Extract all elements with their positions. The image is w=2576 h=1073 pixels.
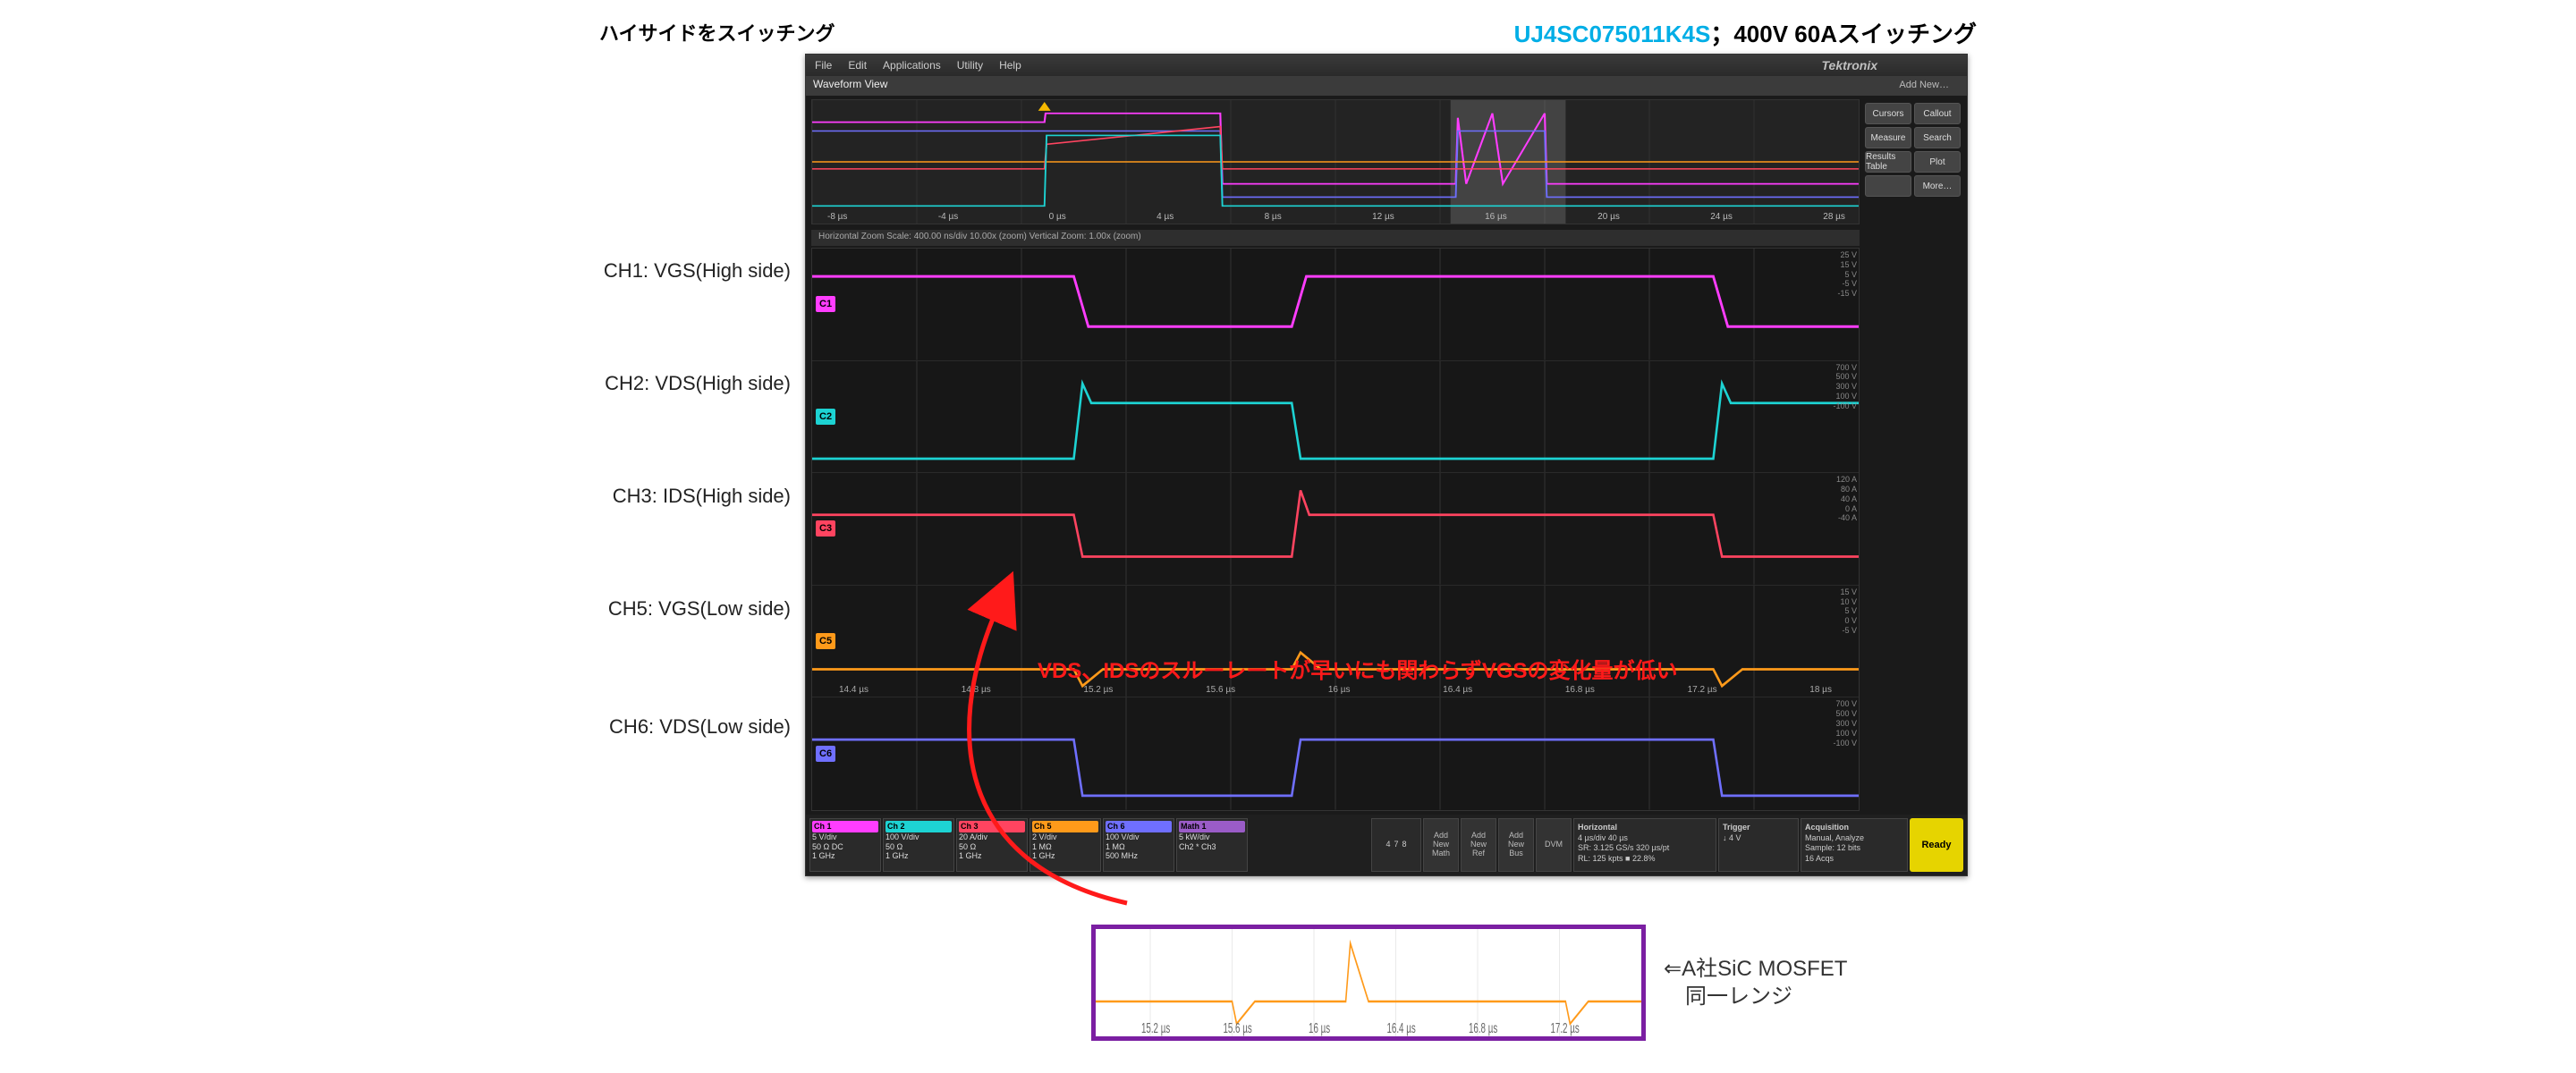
svg-text:16 µs: 16 µs: [1309, 1020, 1330, 1036]
svg-text:15.6 µs: 15.6 µs: [1223, 1020, 1251, 1036]
strip-ch1: C1 25 V15 V5 V-5 V-15 V: [812, 249, 1859, 361]
menu-utility[interactable]: Utility: [957, 59, 983, 72]
add-button[interactable]: DVM: [1536, 818, 1572, 872]
channel-box[interactable]: Ch 320 A/div50 Ω1 GHz: [956, 818, 1028, 872]
yscale-c3: 120 A80 A40 A0 A-40 A: [1836, 475, 1857, 523]
hzoom-bar[interactable]: Horizontal Zoom Scale: 400.00 ns/div 10.…: [811, 230, 1860, 246]
svg-text:15.2 µs: 15.2 µs: [1141, 1020, 1170, 1036]
inset-note: ⇐A社SiC MOSFET 同一レンジ: [1664, 955, 1847, 1010]
plot-button[interactable]: Plot: [1914, 151, 1961, 173]
chtag-c3[interactable]: C3: [816, 520, 835, 536]
ready-button[interactable]: Ready: [1910, 818, 1963, 872]
add-button[interactable]: AddNewBus: [1498, 818, 1534, 872]
scope-brand: Tektronix: [1822, 58, 1878, 72]
yscale-c5: 15 V10 V5 V0 V-5 V: [1840, 587, 1857, 636]
slide-title: ハイサイドをスイッチング: [599, 18, 835, 46]
zoom-area[interactable]: C1 25 V15 V5 V-5 V-15 V C2 700 V500 V300…: [811, 248, 1860, 811]
add-new-label: Add New…: [1899, 80, 1949, 90]
cursors-button[interactable]: Cursors: [1865, 103, 1911, 124]
overview-svg: [812, 100, 1859, 224]
yscale-c2: 700 V500 V300 V100 V-100 V: [1833, 363, 1857, 411]
strip-ch2: C2 700 V500 V300 V100 V-100 V: [812, 361, 1859, 474]
comparison-inset: 15.2 µs 15.6 µs 16 µs 16.4 µs 16.8 µs 17…: [1091, 925, 1646, 1041]
chtag-c1[interactable]: C1: [816, 296, 835, 312]
acq-box[interactable]: Acquisition Manual, Analyze Sample: 12 b…: [1801, 818, 1908, 872]
chtag-c6[interactable]: C6: [816, 746, 835, 762]
add-button[interactable]: AddNewRef: [1461, 818, 1496, 872]
channel-box[interactable]: Ch 6100 V/div1 MΩ500 MHz: [1103, 818, 1174, 872]
results-table-button[interactable]: Results Table: [1865, 151, 1911, 173]
yscale-c1: 25 V15 V5 V-5 V-15 V: [1837, 250, 1857, 299]
ext-label-ch1: CH1: VGS(High side): [576, 259, 791, 283]
overview-panel[interactable]: [811, 99, 1860, 224]
more-button[interactable]: More…: [1914, 175, 1961, 197]
oscilloscope-window: File Edit Applications Utility Help Tekt…: [805, 54, 1968, 876]
svg-text:16.8 µs: 16.8 µs: [1469, 1020, 1497, 1036]
preset-nums[interactable]: 478: [1371, 818, 1421, 872]
draw-button[interactable]: [1865, 175, 1911, 197]
strip-ch6: C6 700 V500 V300 V100 V-100 V: [812, 697, 1859, 810]
horiz-box[interactable]: Horizontal 4 µs/div 40 µs SR: 3.125 GS/s…: [1573, 818, 1716, 872]
ext-label-ch5: CH5: VGS(Low side): [576, 597, 791, 621]
overview-xaxis: -8 µs-4 µs0 µs4 µs8 µs12 µs16 µs20 µs24 …: [818, 212, 1854, 222]
search-button[interactable]: Search: [1914, 127, 1961, 148]
right-button-panel: Cursors Callout Measure Search Results T…: [1865, 103, 1963, 197]
channel-box[interactable]: Ch 52 V/div1 MΩ1 GHz: [1030, 818, 1101, 872]
chtag-c5[interactable]: C5: [816, 633, 835, 649]
svg-text:17.2 µs: 17.2 µs: [1550, 1020, 1579, 1036]
annotation-text: VDS、IDSのスルーレートが早いにも関わらずVGSの変化量が低い: [1038, 653, 1678, 684]
chtag-c2[interactable]: C2: [816, 409, 835, 425]
partno-blue: UJ4SC075011K4S: [1514, 21, 1711, 47]
strip-ch3: C3 120 A80 A40 A0 A-40 A: [812, 473, 1859, 586]
yscale-c6: 700 V500 V300 V100 V-100 V: [1833, 699, 1857, 748]
status-bar: Ch 15 V/div50 Ω DC1 GHzCh 2100 V/div50 Ω…: [806, 815, 1967, 875]
menubar: File Edit Applications Utility Help Tekt…: [806, 55, 1967, 76]
ext-label-ch3: CH3: IDS(High side): [576, 485, 791, 508]
menu-file[interactable]: File: [815, 59, 832, 72]
svg-text:16.4 µs: 16.4 µs: [1386, 1020, 1415, 1036]
menu-help[interactable]: Help: [999, 59, 1021, 72]
channel-box[interactable]: Math 15 kW/divCh2 * Ch3: [1176, 818, 1248, 872]
trigger-box[interactable]: Trigger↓ 4 V: [1718, 818, 1799, 872]
callout-button[interactable]: Callout: [1914, 103, 1961, 124]
partno-black: ；400V 60Aスイッチング: [1710, 21, 1977, 47]
ext-label-ch6: CH6: VDS(Low side): [576, 715, 791, 739]
part-number: UJ4SC075011K4S；400V 60Aスイッチング: [1514, 16, 1977, 49]
menu-edit[interactable]: Edit: [848, 59, 867, 72]
menu-applications[interactable]: Applications: [883, 59, 941, 72]
channel-box[interactable]: Ch 15 V/div50 Ω DC1 GHz: [809, 818, 881, 872]
add-button[interactable]: AddNewMath: [1423, 818, 1459, 872]
waveform-view-header: Waveform View: [806, 76, 1967, 96]
ext-label-ch2: CH2: VDS(High side): [576, 372, 791, 395]
channel-box[interactable]: Ch 2100 V/div50 Ω1 GHz: [883, 818, 954, 872]
measure-button[interactable]: Measure: [1865, 127, 1911, 148]
